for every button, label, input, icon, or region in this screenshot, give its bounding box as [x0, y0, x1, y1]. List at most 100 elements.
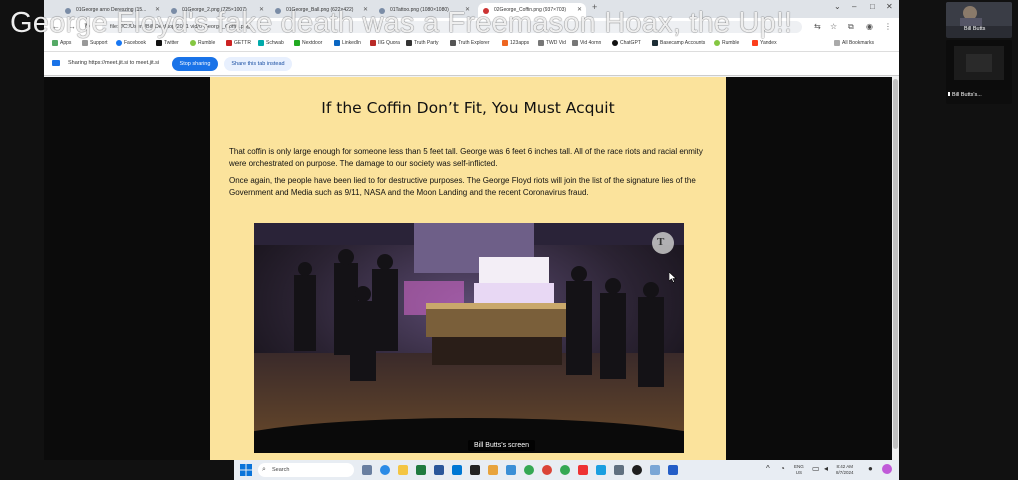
close-tab-icon[interactable]: ✕ — [577, 3, 582, 18]
bookmark-item[interactable]: Schwab — [258, 40, 284, 46]
bookmark-item[interactable]: GETTR — [226, 40, 251, 46]
bookmark-item[interactable]: Truth Explorer — [450, 40, 490, 46]
bookmark-item[interactable]: Truth Party — [406, 40, 439, 46]
folder-icon — [834, 40, 840, 46]
bookmark-item[interactable]: Facebook — [116, 40, 146, 46]
tab-label: 01George arno Dereszing (15... — [76, 7, 147, 13]
extensions-icon[interactable]: ⧉ — [848, 22, 854, 32]
bookmark-item[interactable]: Vid 4ornn — [572, 40, 601, 46]
minimize-icon[interactable]: – — [852, 2, 856, 11]
bookmark-item[interactable]: Rumble — [190, 40, 215, 46]
browser-tab-bar: 01George arno Dereszing (15... ✕ 01Georg… — [44, 0, 899, 18]
tab-label: 02George_Coffin.png (937×703) — [494, 7, 567, 13]
bookmark-star-icon[interactable]: ☆ — [830, 22, 837, 31]
participant-tile[interactable]: Bill Butts's... — [946, 40, 1012, 104]
profile-icon[interactable]: ◉ — [866, 22, 873, 31]
windows-start-icon[interactable] — [240, 464, 252, 476]
share-this-tab-button[interactable]: Share this tab instead — [224, 57, 292, 71]
folder-icon[interactable] — [488, 465, 498, 475]
tray-overflow-icon[interactable]: ^ — [766, 464, 770, 473]
bookmark-item[interactable]: Twitter — [156, 40, 179, 46]
app-icon[interactable] — [506, 465, 516, 475]
menu-icon[interactable]: ⋮ — [884, 22, 892, 31]
bookmark-item[interactable]: Rumble — [714, 40, 739, 46]
bookmark-item[interactable]: ChatGPT — [612, 40, 641, 46]
back-icon[interactable]: ← — [52, 22, 60, 31]
chrome-icon[interactable] — [560, 465, 570, 475]
bookmark-label: Facebook — [124, 40, 146, 46]
tab-search-icon[interactable]: ⌄ — [834, 2, 841, 11]
bookmark-item[interactable]: Basecamp Accounts — [652, 40, 705, 46]
address-bar[interactable]: file:///C:/Users/Bill/Desktop/2021 vid/0… — [102, 21, 802, 33]
schwab-icon — [258, 40, 264, 46]
app-root: 01George arno Dereszing (15... ✕ 01Georg… — [0, 0, 1018, 480]
stop-sharing-button[interactable]: Stop sharing — [172, 57, 218, 71]
outlook-icon[interactable] — [452, 465, 462, 475]
close-tab-icon[interactable]: ✕ — [259, 3, 264, 18]
word-icon[interactable] — [434, 465, 444, 475]
language-indicator[interactable]: ENG US — [794, 464, 804, 475]
scrollbar-thumb[interactable] — [893, 79, 898, 449]
bookmark-item[interactable]: TWD Vid — [538, 40, 566, 46]
bookmark-item[interactable]: Nextdoor — [294, 40, 322, 46]
bookmark-label: Truth Explorer — [458, 40, 490, 46]
page-content: If the Coffin Don’t Fit, You Must Acquit… — [44, 77, 892, 460]
app-icon[interactable] — [470, 465, 480, 475]
participant-tile[interactable]: Bill Butts — [946, 2, 1012, 38]
close-tab-icon[interactable]: ✕ — [363, 3, 368, 18]
quora-icon — [370, 40, 376, 46]
bookmark-icon — [82, 40, 88, 46]
app-icon[interactable] — [614, 465, 624, 475]
browser-tab[interactable]: 01George_2.png (725×1007) ✕ — [166, 3, 268, 18]
notification-icon[interactable]: ● — [868, 464, 873, 473]
maximize-icon[interactable]: □ — [870, 2, 875, 11]
browser-tab-active[interactable]: 02George_Coffin.png (937×703) ✕ — [478, 3, 586, 18]
chrome-icon[interactable] — [524, 465, 534, 475]
bookmark-item[interactable]: Support — [82, 40, 108, 46]
nextdoor-icon — [294, 40, 300, 46]
forward-icon[interactable]: → — [68, 22, 76, 31]
funeral-scene-picture — [254, 223, 684, 453]
bookmark-label: IIG Quora — [378, 40, 400, 46]
chrome-icon[interactable] — [542, 465, 552, 475]
vertical-scrollbar[interactable] — [892, 77, 899, 460]
volume-icon[interactable]: ◂ — [824, 464, 828, 473]
bookmark-label: 123apps — [510, 40, 530, 46]
rumble-icon — [714, 40, 720, 46]
browser-tab[interactable]: 01George_Ball.png (622×422) ✕ — [270, 3, 372, 18]
bookmark-item[interactable]: IIG Quora — [370, 40, 400, 46]
bookmark-item[interactable]: All Bookmarks — [834, 40, 874, 46]
new-tab-icon[interactable]: + — [592, 2, 597, 12]
app-icon[interactable] — [668, 465, 678, 475]
app-icon[interactable] — [632, 465, 642, 475]
close-tab-icon[interactable]: ✕ — [155, 3, 160, 18]
close-tab-icon[interactable]: ✕ — [465, 3, 470, 18]
bookmark-item[interactable]: Yandex — [752, 40, 777, 46]
bookmark-label: Rumble — [198, 40, 216, 46]
file-explorer-icon[interactable] — [398, 465, 408, 475]
app-icon[interactable] — [650, 465, 660, 475]
browser-tab[interactable]: 01George arno Dereszing (15... ✕ — [60, 3, 164, 18]
app-icon[interactable] — [578, 465, 588, 475]
bookmark-item[interactable]: LinkedIn — [334, 40, 361, 46]
excel-icon[interactable] — [416, 465, 426, 475]
close-window-icon[interactable]: ✕ — [886, 2, 893, 11]
task-view-icon[interactable] — [362, 465, 372, 475]
tab-favicon-icon — [171, 8, 177, 14]
wifi-icon[interactable]: ◔ — [780, 464, 785, 473]
reload-icon[interactable]: ↻ — [84, 22, 91, 31]
slide-title: If the Coffin Don’t Fit, You Must Acquit — [321, 99, 615, 117]
video-icon — [538, 40, 544, 46]
sharing-status-text: Sharing https://meet.jit.si to meet.jit.… — [68, 60, 160, 66]
app-icon[interactable] — [596, 465, 606, 475]
bookmark-item[interactable]: 123apps — [502, 40, 529, 46]
tab-favicon-icon — [483, 8, 489, 14]
bookmark-item[interactable]: Apps — [52, 40, 71, 46]
network-icon[interactable]: ▭ — [812, 464, 820, 473]
copilot-icon[interactable] — [882, 464, 892, 474]
system-clock[interactable]: 8:42 AM 8/7/2024 — [836, 464, 854, 475]
translate-icon[interactable]: ⇆ — [814, 22, 821, 31]
taskbar-search-input[interactable]: ⌕ Search — [258, 463, 354, 477]
edge-icon[interactable] — [380, 465, 390, 475]
browser-tab[interactable]: 01Tattoo.png (1080×1080) ✕ — [374, 3, 474, 18]
